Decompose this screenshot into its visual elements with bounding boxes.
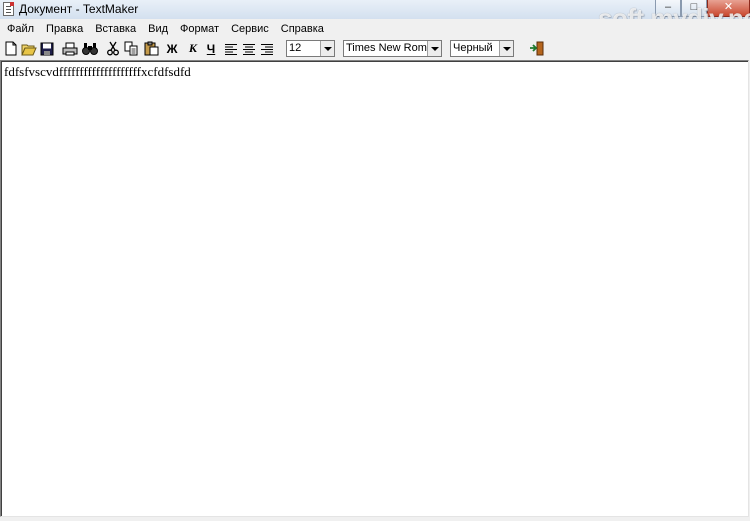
align-left-button[interactable] (222, 40, 240, 57)
menu-insert[interactable]: Вставка (90, 19, 141, 39)
align-right-button[interactable] (258, 40, 276, 57)
paste-button[interactable] (142, 40, 160, 57)
bold-label: Ж (166, 41, 178, 56)
align-right-icon (261, 43, 273, 55)
menu-bar: Файл Правка Вставка Вид Формат Сервис Сп… (0, 19, 750, 39)
underline-label: Ч (206, 41, 216, 56)
minimize-button[interactable]: – (655, 0, 681, 17)
menu-format[interactable]: Формат (175, 19, 224, 39)
open-button[interactable] (20, 40, 38, 57)
font-name-value: Times New Roman (346, 42, 440, 54)
chevron-down-icon[interactable] (427, 41, 441, 56)
italic-button[interactable]: К (184, 40, 202, 57)
menu-file[interactable]: Файл (2, 19, 39, 39)
find-icon (82, 42, 98, 55)
close-icon: ✕ (723, 1, 734, 13)
minimize-icon: – (664, 1, 672, 13)
find-button[interactable] (81, 40, 99, 57)
print-icon (62, 42, 78, 55)
font-color-value: Черный (453, 42, 493, 54)
font-size-select[interactable]: 12 (286, 40, 335, 57)
new-icon (5, 41, 17, 56)
cut-button[interactable] (104, 40, 122, 57)
underline-button[interactable]: Ч (202, 40, 220, 57)
new-button[interactable] (2, 40, 20, 57)
save-button[interactable] (38, 40, 56, 57)
window-title: Документ - TextMaker (19, 2, 139, 16)
maximize-icon: □ (690, 1, 698, 13)
align-center-icon (243, 43, 255, 55)
title-bar[interactable]: Документ - TextMaker – □ ✕ soft.mydiv.ne… (0, 0, 750, 33)
bold-button[interactable]: Ж (163, 40, 181, 57)
menu-edit[interactable]: Правка (41, 19, 88, 39)
copy-icon (124, 41, 137, 56)
menu-view[interactable]: Вид (143, 19, 173, 39)
document-editor[interactable]: fdfsfvscvdffffffffffffffffffffxcfdfsdfd (0, 60, 749, 517)
cut-icon (107, 41, 119, 56)
align-center-button[interactable] (240, 40, 258, 57)
open-icon (21, 44, 37, 55)
exit-door-icon (530, 41, 544, 56)
font-name-select[interactable]: Times New Roman (343, 40, 442, 57)
font-size-value: 12 (289, 42, 302, 54)
exit-button[interactable] (528, 40, 546, 57)
font-color-select[interactable]: Черный (450, 40, 514, 57)
app-window: Документ - TextMaker – □ ✕ soft.mydiv.ne… (0, 0, 750, 521)
close-button[interactable]: ✕ (707, 0, 750, 17)
toolbar: Ж К Ч 12 Times New Roman Черный (0, 39, 750, 59)
menu-tools[interactable]: Сервис (226, 19, 274, 39)
window-bottom-edge (0, 517, 750, 521)
italic-label: К (188, 41, 198, 55)
copy-button[interactable] (122, 40, 140, 57)
document-app-icon[interactable] (3, 2, 14, 16)
chevron-down-icon[interactable] (499, 41, 513, 56)
maximize-button[interactable]: □ (681, 0, 707, 17)
print-button[interactable] (61, 40, 79, 57)
align-left-icon (225, 43, 237, 55)
document-text[interactable]: fdfsfvscvdffffffffffffffffffffxcfdfsdfd (4, 64, 191, 80)
paste-icon (144, 41, 158, 56)
chevron-down-icon[interactable] (320, 41, 334, 56)
menu-help[interactable]: Справка (276, 19, 329, 39)
save-icon (40, 42, 54, 55)
